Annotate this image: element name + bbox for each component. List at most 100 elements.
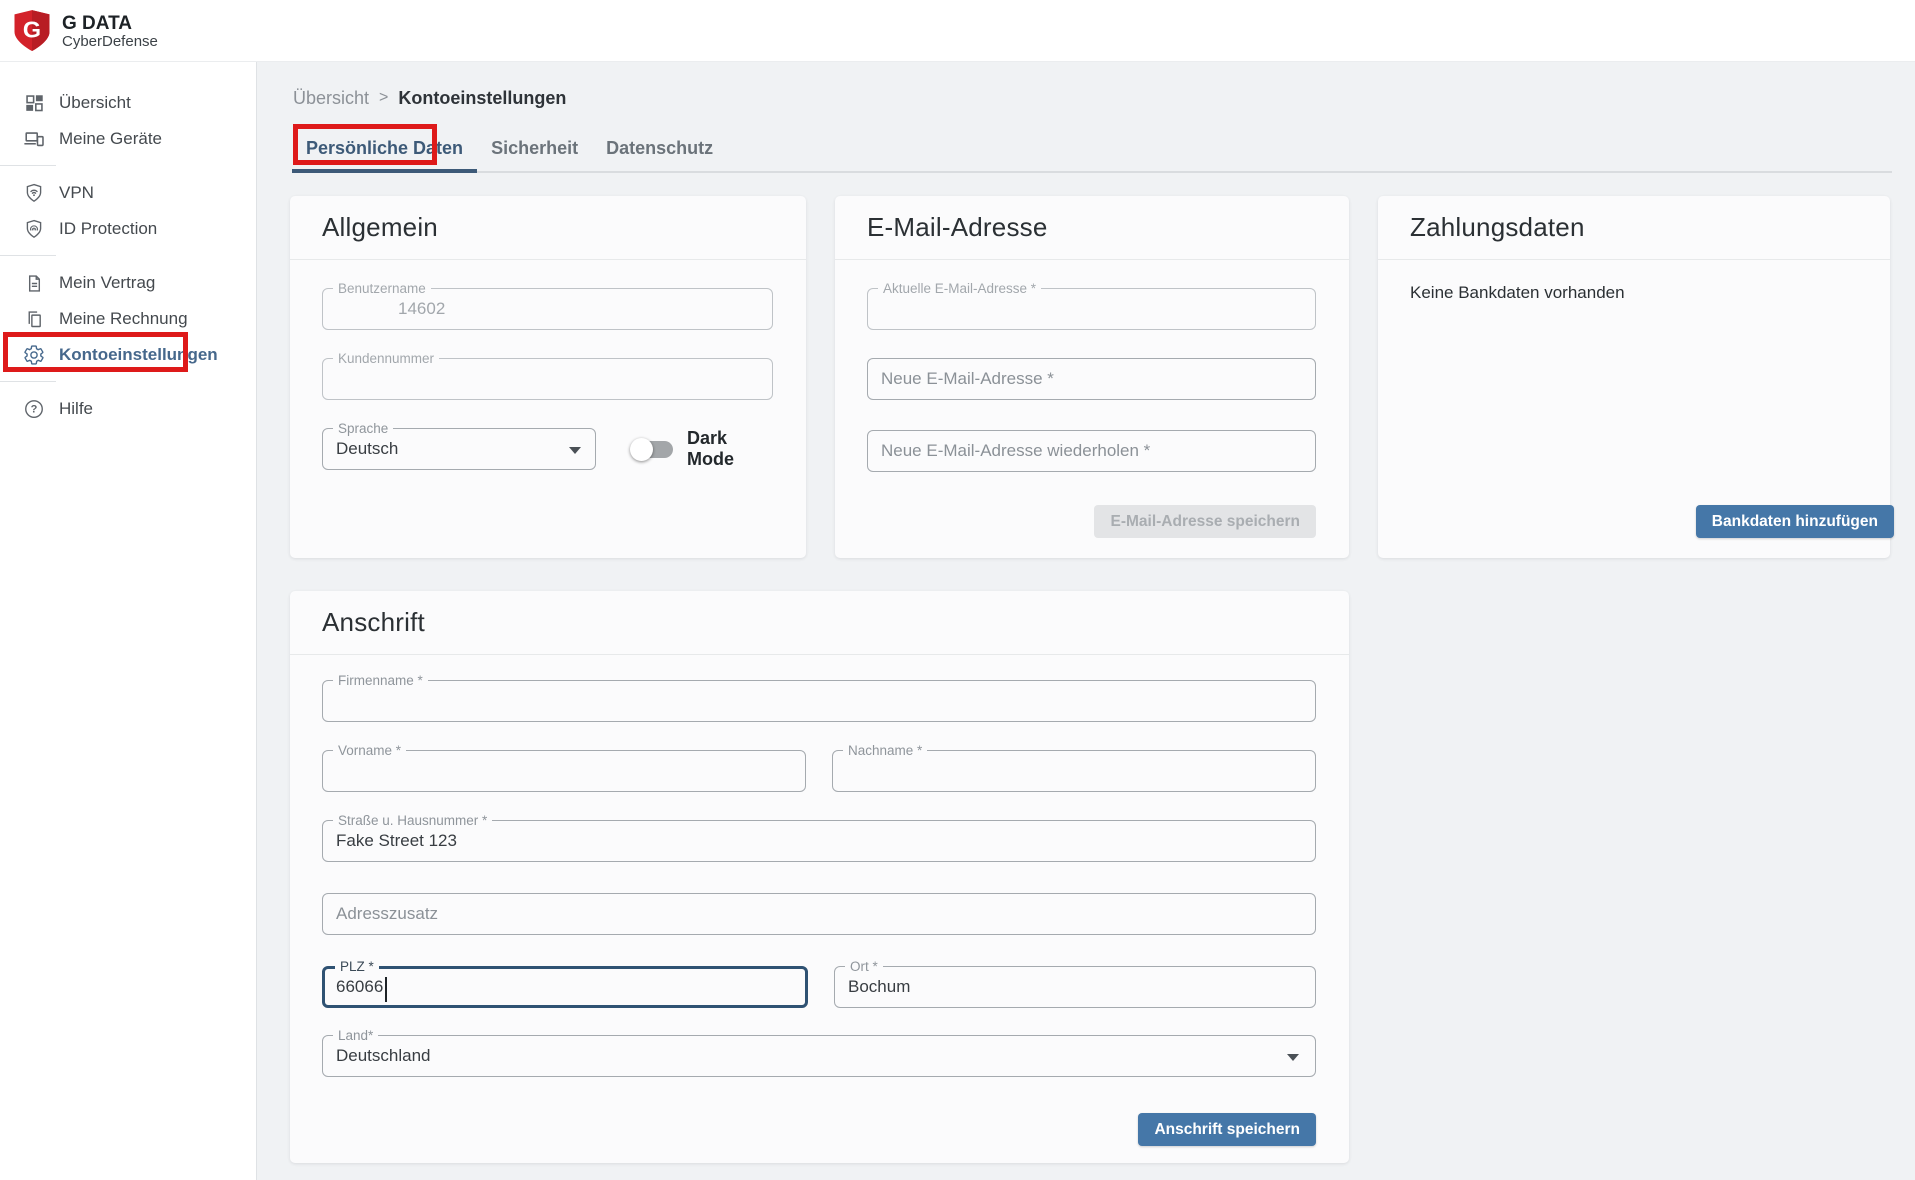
app-header: G G DATA CyberDefense: [0, 0, 1915, 62]
main-content: Übersicht > Kontoeinstellungen Persönlic…: [257, 62, 1915, 1180]
email-wiederholen-field-wrapper: [867, 430, 1316, 472]
breadcrumb-separator-icon: >: [379, 89, 388, 107]
brand-name: G DATA: [62, 13, 158, 34]
svg-text:G: G: [23, 17, 41, 43]
sidebar-item-label: ID Protection: [59, 219, 157, 239]
card-anschrift-header: Anschrift: [290, 591, 1349, 655]
firmenname-field-wrapper: Firmenname *: [322, 680, 1316, 722]
sidebar-item-mein-vertrag[interactable]: Mein Vertrag: [0, 265, 256, 301]
tab-bar: Persönliche Daten Sicherheit Datenschutz: [292, 128, 1892, 173]
chevron-down-icon: [1287, 1054, 1299, 1061]
sidebar-item-label: Meine Geräte: [59, 129, 162, 149]
card-title: Allgemein: [322, 212, 438, 243]
email-speichern-button: E-Mail-Adresse speichern: [1094, 505, 1316, 538]
strasse-field-wrapper: Straße u. Hausnummer *: [322, 820, 1316, 862]
card-allgemein: Allgemein Benutzername Kundennummer Spra…: [290, 196, 806, 558]
plz-label: PLZ *: [335, 959, 379, 974]
neue-email-field-wrapper: [867, 358, 1316, 400]
sidebar-item-id-protection[interactable]: ID Protection: [0, 211, 256, 247]
plz-field-wrapper: PLZ *: [322, 966, 808, 1008]
brand-logo[interactable]: G G DATA CyberDefense: [0, 0, 1915, 53]
breadcrumb-current: Kontoeinstellungen: [398, 88, 566, 109]
adresszusatz-input[interactable]: [323, 894, 1315, 934]
sidebar-item-kontoeinstellungen[interactable]: Kontoeinstellungen: [0, 337, 256, 373]
sidebar: Übersicht Meine Geräte: [0, 62, 257, 1180]
sidebar-item-label: Hilfe: [59, 399, 93, 419]
sidebar-item-label: Kontoeinstellungen: [59, 345, 218, 365]
sidebar-item-vpn[interactable]: VPN: [0, 175, 256, 211]
card-title: Zahlungsdaten: [1410, 212, 1585, 243]
sidebar-divider: [0, 165, 56, 166]
adresszusatz-field-wrapper: [322, 893, 1316, 935]
firmenname-label: Firmenname *: [333, 673, 428, 688]
sidebar-item-uebersicht[interactable]: Übersicht: [0, 85, 256, 121]
sidebar-item-label: Meine Rechnung: [59, 309, 188, 329]
ort-input[interactable]: [835, 967, 1315, 1007]
devices-icon: [22, 127, 46, 151]
sprache-label: Sprache: [333, 421, 393, 436]
card-email-header: E-Mail-Adresse: [835, 196, 1349, 260]
nachname-field-wrapper: Nachname *: [832, 750, 1316, 792]
kundennummer-label: Kundennummer: [333, 351, 439, 366]
ort-label: Ort *: [845, 959, 883, 974]
dashboard-icon: [22, 91, 46, 115]
card-anschrift: Anschrift Firmenname * Vorname * Nachnam…: [290, 591, 1349, 1163]
no-bank-data-text: Keine Bankdaten vorhanden: [1410, 283, 1857, 303]
toggle-knob: [630, 438, 653, 461]
land-label: Land*: [333, 1028, 378, 1043]
sidebar-item-meine-rechnung[interactable]: Meine Rechnung: [0, 301, 256, 337]
land-value: Deutschland: [323, 1036, 1315, 1076]
tab-persoenliche-daten[interactable]: Persönliche Daten: [292, 128, 477, 173]
plz-input[interactable]: [325, 969, 805, 1005]
sidebar-item-hilfe[interactable]: ? Hilfe: [0, 391, 256, 427]
benutzername-label: Benutzername: [333, 281, 431, 296]
document-icon: [22, 271, 46, 295]
svg-text:?: ?: [31, 404, 38, 416]
bankdaten-hinzufuegen-button[interactable]: Bankdaten hinzufügen: [1696, 505, 1894, 538]
nachname-label: Nachname *: [843, 743, 927, 758]
tab-sicherheit[interactable]: Sicherheit: [477, 128, 592, 173]
brand-subtitle: CyberDefense: [62, 34, 158, 50]
sidebar-divider: [0, 381, 56, 382]
strasse-label: Straße u. Hausnummer *: [333, 813, 492, 828]
kundennummer-field-wrapper: Kundennummer: [322, 358, 773, 400]
gdata-shield-icon: G: [12, 9, 52, 53]
brand-text: G DATA CyberDefense: [62, 13, 158, 50]
card-title: E-Mail-Adresse: [867, 212, 1048, 243]
text-cursor: [385, 977, 387, 1002]
sidebar-item-meine-geraete[interactable]: Meine Geräte: [0, 121, 256, 157]
sidebar-item-label: Mein Vertrag: [59, 273, 155, 293]
breadcrumb: Übersicht > Kontoeinstellungen: [293, 87, 1892, 109]
benutzername-field-wrapper: Benutzername: [322, 288, 773, 330]
sidebar-item-label: VPN: [59, 183, 94, 203]
cards-row: Allgemein Benutzername Kundennummer Spra…: [290, 196, 1892, 558]
vorname-field-wrapper: Vorname *: [322, 750, 806, 792]
card-zahlungsdaten-header: Zahlungsdaten: [1378, 196, 1890, 260]
firmenname-input[interactable]: [323, 681, 1315, 721]
dark-mode-label: Dark Mode: [687, 428, 773, 470]
breadcrumb-uebersicht[interactable]: Übersicht: [293, 88, 369, 109]
sidebar-item-label: Übersicht: [59, 93, 131, 113]
dark-mode-toggle[interactable]: [632, 441, 673, 458]
card-allgemein-header: Allgemein: [290, 196, 806, 260]
aktuelle-email-field-wrapper: Aktuelle E-Mail-Adresse *: [867, 288, 1316, 330]
vorname-label: Vorname *: [333, 743, 406, 758]
land-select[interactable]: Land* Deutschland: [322, 1035, 1316, 1077]
aktuelle-email-label: Aktuelle E-Mail-Adresse *: [878, 281, 1041, 296]
sprache-select[interactable]: Sprache Deutsch: [322, 428, 596, 470]
chevron-down-icon: [569, 447, 581, 454]
neue-email-input[interactable]: [868, 359, 1315, 399]
anschrift-speichern-button[interactable]: Anschrift speichern: [1138, 1113, 1316, 1146]
help-icon: ?: [22, 397, 46, 421]
card-zahlungsdaten: Zahlungsdaten Keine Bankdaten vorhanden …: [1378, 196, 1890, 558]
email-wiederholen-input[interactable]: [868, 431, 1315, 471]
ort-field-wrapper: Ort *: [834, 966, 1316, 1008]
gear-icon: [22, 343, 46, 367]
sidebar-divider: [0, 255, 56, 256]
copy-icon: [22, 307, 46, 331]
shield-wifi-icon: [22, 181, 46, 205]
card-email: E-Mail-Adresse Aktuelle E-Mail-Adresse *…: [835, 196, 1349, 558]
sidebar-nav: Übersicht Meine Geräte: [0, 62, 256, 427]
tab-datenschutz[interactable]: Datenschutz: [592, 128, 727, 173]
shield-fingerprint-icon: [22, 217, 46, 241]
